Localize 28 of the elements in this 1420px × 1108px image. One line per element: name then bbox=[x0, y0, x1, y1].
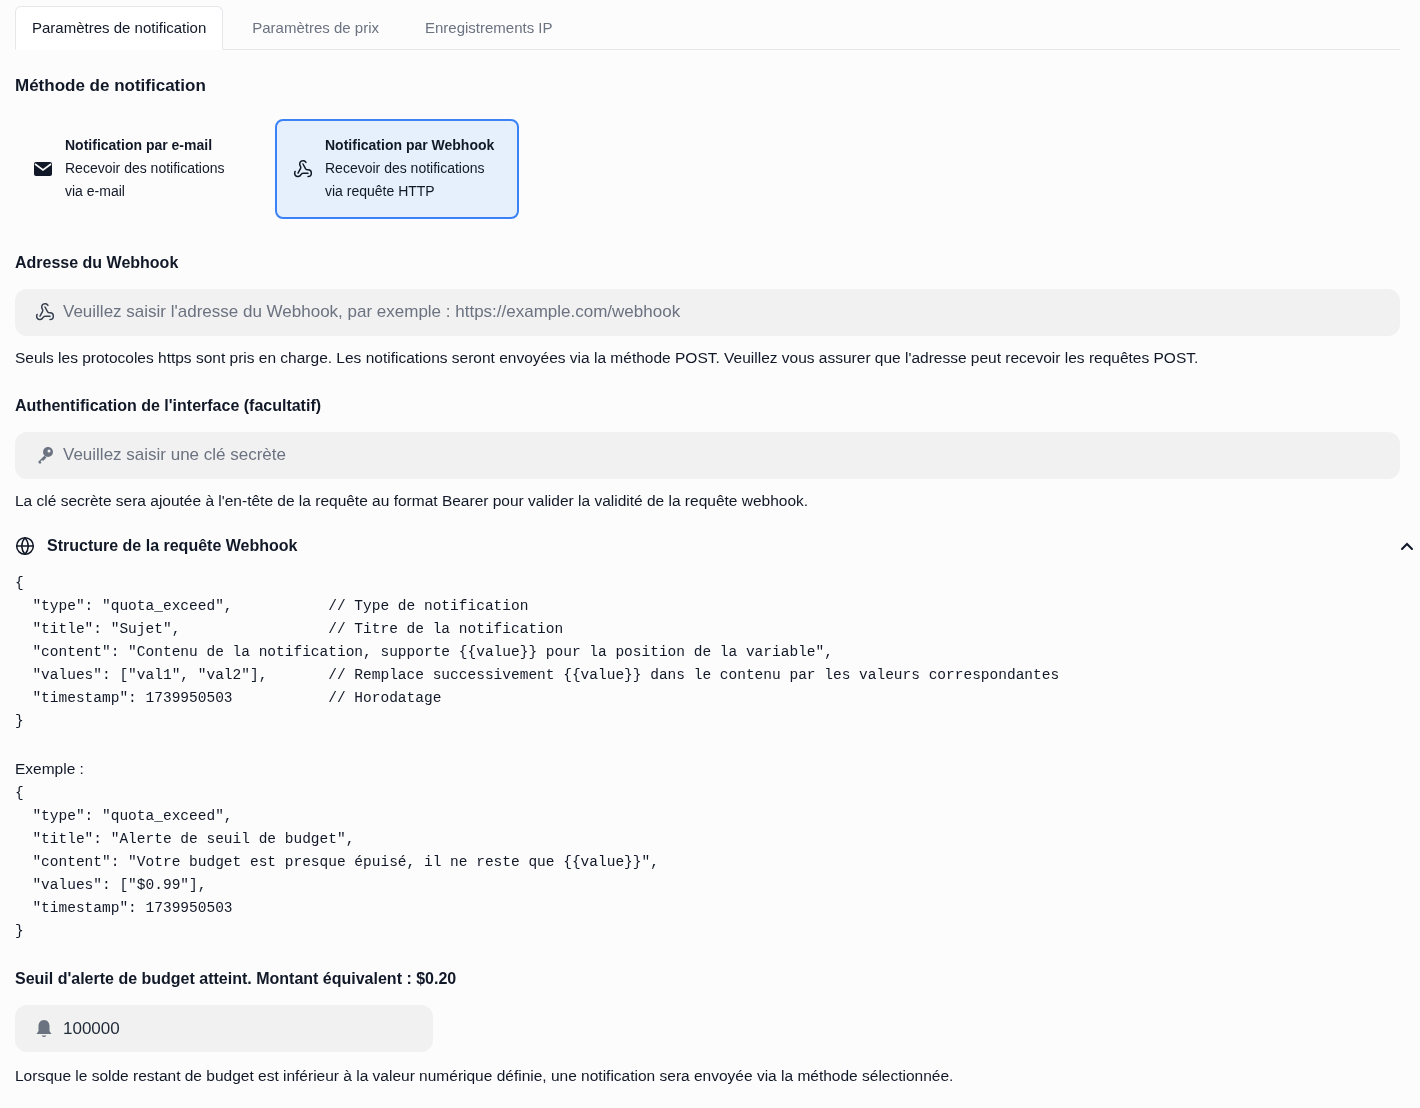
threshold-field[interactable]: 100000 bbox=[15, 1005, 433, 1052]
webhook-icon bbox=[35, 302, 55, 322]
field-label: Adresse du Webhook bbox=[15, 252, 180, 273]
secret-key-field[interactable]: Veuillez saisir une clé secrète bbox=[15, 431, 1400, 479]
option-title: Notification par Webhook bbox=[325, 136, 496, 155]
bell-icon bbox=[35, 1018, 53, 1039]
webhook-address-field[interactable]: Veuillez saisir l'adresse du Webhook, par exemple : https://example.com/webhook bbox=[15, 288, 1400, 336]
example-label: Exemple : bbox=[15, 759, 85, 779]
option-description: Recevoir des notifications via e-mail bbox=[65, 159, 226, 201]
code-listing: { "type": "quota_exceed", "title": "Alerte de seuil de budget", "content": "Votre budget est presque épuisé, il ne reste que {{value}}", "values": ["$0.99"], "timestamp": 1739950503 } bbox=[15, 784, 659, 941]
field-label: Authentification de l'interface (facultatif) bbox=[15, 395, 323, 416]
envelope-icon bbox=[33, 160, 53, 177]
tab[interactable]: Paramètres de notification bbox=[15, 6, 224, 50]
code-listing: { "type": "quota_exceed", // Type de notification "title": "Sujet", // Titre de la notification "content": "Contenu de la notification, supporte {{value}} pour la position de la variable", "values": ["val1", "val2"], // Remplace successivement {{value}} dans le contenu par les valeurs correspondantes "timestamp": 1739950503 // Horodatage } bbox=[15, 574, 1060, 731]
method-option[interactable]: Notification par Webhook Recevoir des notifications via requête HTTP bbox=[275, 118, 519, 219]
option-description: Recevoir des notifications via requête HTTP bbox=[325, 159, 486, 201]
option-title: Notification par e-mail bbox=[65, 136, 214, 155]
webhook-icon bbox=[293, 158, 313, 179]
tab[interactable]: Paramètres de prix bbox=[235, 6, 396, 50]
help-text: La clé secrète sera ajoutée à l'en-tête de la requête au format Bearer pour valider la validité de la requête webhook. bbox=[15, 490, 810, 511]
help-text: Seuls les protocoles https sont pris en charge. Les notifications seront envoyées via la méthode POST. Veuillez vous assurer que l'adresse peut recevoir les requêtes POST. bbox=[15, 347, 1200, 368]
help-text: Lorsque le solde restant de budget est inférieur à la valeur numérique définie, une notification sera envoyée via la méthode sélectionnée. bbox=[15, 1066, 955, 1086]
globe-icon bbox=[15, 536, 35, 556]
method-option[interactable]: Notification par e-mail Recevoir des notifications via e-mail bbox=[15, 118, 259, 219]
structure-toggle[interactable]: Structure de la requête Webhook bbox=[15, 534, 1415, 558]
tab[interactable]: Enregistrements IP bbox=[408, 6, 570, 50]
section-heading: Méthode de notification bbox=[15, 75, 207, 97]
field-label: Seuil d'alerte de budget atteint. Montant équivalent : $0.20 bbox=[15, 969, 458, 989]
